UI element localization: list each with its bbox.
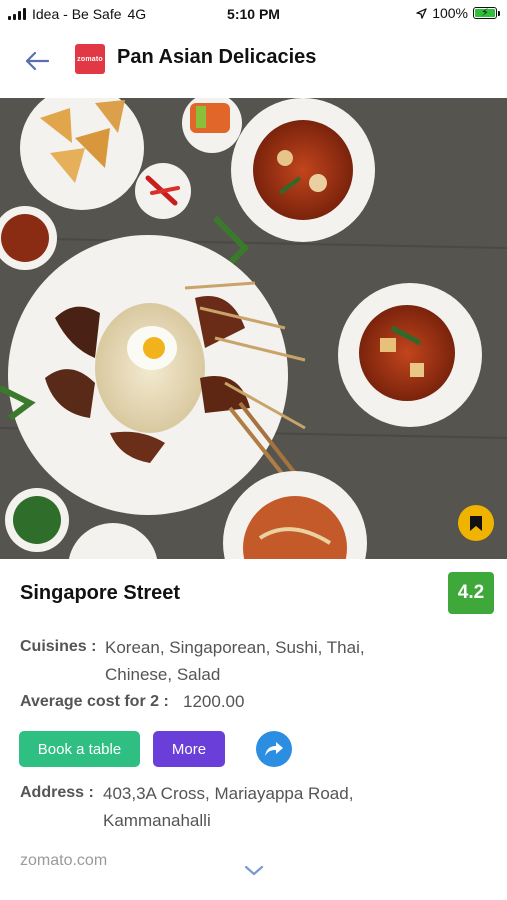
footer-brand: zomato.com: [20, 852, 108, 869]
zomato-logo: zomato: [75, 44, 105, 74]
address-line2: Kammanahalli: [103, 811, 211, 830]
back-arrow-icon[interactable]: [22, 48, 52, 74]
book-table-button[interactable]: Book a table: [19, 731, 140, 767]
location-arrow-icon: [416, 7, 427, 19]
zomato-logo-text: zomato: [77, 55, 103, 63]
status-right: 100% ⚡: [416, 5, 500, 21]
average-cost-value: 1200.00: [183, 692, 245, 711]
cuisines-value-line2: Chinese, Salad: [105, 665, 221, 684]
restaurant-hero-image: [0, 98, 507, 559]
chevron-down-icon[interactable]: [242, 862, 266, 878]
address-label: Address :: [20, 784, 94, 801]
battery-percent: 100%: [432, 5, 468, 21]
rating-badge: 4.2: [448, 572, 494, 614]
cuisines-value-line1: Korean, Singaporean, Sushi, Thai,: [105, 638, 365, 657]
charging-bolt-icon: ⚡: [481, 7, 489, 19]
address-line1: 403,3A Cross, Mariayappa Road,: [103, 784, 354, 803]
share-button[interactable]: [256, 731, 292, 767]
average-cost-label: Average cost for 2 :: [20, 693, 169, 710]
app-header: zomato Pan Asian Delicacies: [0, 28, 507, 98]
page-title: Pan Asian Delicacies: [117, 46, 317, 68]
share-icon: [265, 742, 283, 756]
food-spread-illustration: [0, 98, 507, 559]
status-bar: Idea - Be Safe 4G 5:10 PM 100% ⚡: [0, 0, 507, 28]
cuisines-label: Cuisines :: [20, 638, 97, 655]
rating-value: 4.2: [457, 582, 485, 603]
restaurant-name: Singapore Street: [20, 582, 181, 604]
bookmark-button[interactable]: [458, 505, 494, 541]
battery-icon: ⚡: [473, 7, 500, 19]
more-button[interactable]: More: [153, 731, 225, 767]
bookmark-icon: [470, 515, 482, 531]
